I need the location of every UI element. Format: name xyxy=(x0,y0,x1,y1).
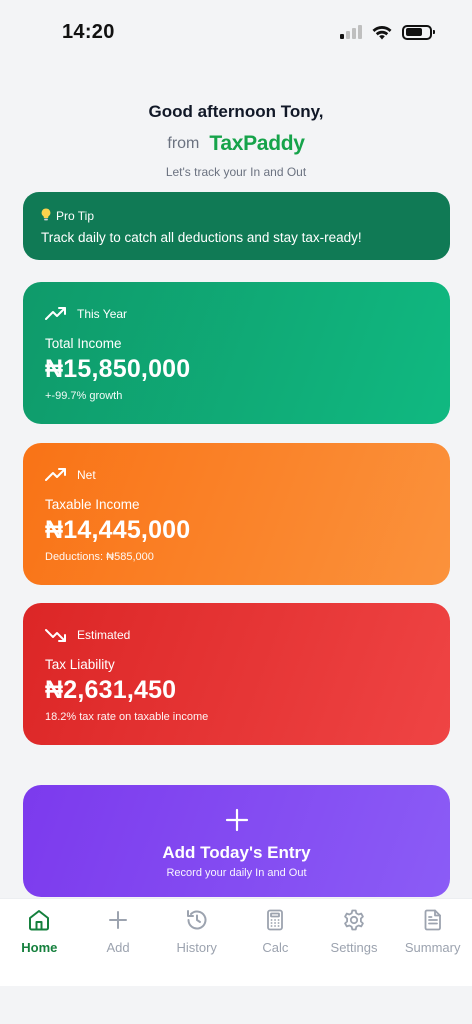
trending-up-icon xyxy=(45,307,66,320)
tab-label: Home xyxy=(21,940,58,955)
plus-icon xyxy=(225,808,248,832)
calculator-icon xyxy=(267,909,284,931)
tab-history[interactable]: History xyxy=(157,899,236,986)
tab-settings[interactable]: Settings xyxy=(315,899,394,986)
card-subtext: 18.2% tax rate on taxable income xyxy=(45,711,209,723)
trending-down-icon xyxy=(45,629,66,642)
wifi-icon xyxy=(372,25,392,39)
status-icons xyxy=(340,24,435,40)
pro-tip-header: Pro Tip xyxy=(41,208,432,224)
taxable-income-card[interactable]: Net Taxable Income ₦14,445,000 Deduction… xyxy=(23,443,450,585)
trending-up-icon xyxy=(45,468,66,481)
greeting-title: Good afternoon Tony, xyxy=(148,102,324,121)
card-period: Estimated xyxy=(77,628,131,642)
total-income-card[interactable]: This Year Total Income ₦15,850,000 +-99.… xyxy=(23,282,450,424)
plus-icon xyxy=(109,911,127,929)
battery-icon xyxy=(402,24,435,40)
tab-add[interactable]: Add xyxy=(79,899,158,986)
card-label: Total Income xyxy=(45,336,122,351)
card-subtext: +-99.7% growth xyxy=(45,390,123,402)
card-period: Net xyxy=(77,468,96,482)
card-value: ₦14,445,000 xyxy=(45,516,191,544)
brand-line: from TaxPaddy xyxy=(0,132,472,156)
card-header: Net xyxy=(45,465,428,485)
card-label: Taxable Income xyxy=(45,497,140,512)
home-icon xyxy=(29,910,50,931)
bottom-tab-bar: Home Add History Calc Settings Summary xyxy=(0,898,472,986)
pro-tip-label: Pro Tip xyxy=(56,209,95,223)
tab-label: Calc xyxy=(262,940,289,955)
card-header: Estimated xyxy=(45,625,428,645)
tax-liability-card[interactable]: Estimated Tax Liability ₦2,631,450 18.2%… xyxy=(23,603,450,745)
card-value: ₦2,631,450 xyxy=(45,676,177,704)
gear-icon xyxy=(344,909,364,931)
tab-label: Summary xyxy=(404,940,461,955)
tab-label: Add xyxy=(106,940,130,955)
lightbulb-icon xyxy=(41,208,51,224)
document-icon xyxy=(424,909,441,931)
card-value: ₦15,850,000 xyxy=(45,355,191,383)
cellular-signal-icon xyxy=(340,25,362,39)
add-todays-entry-button[interactable]: Add Today's Entry Record your daily In a… xyxy=(23,785,450,897)
tab-label: Settings xyxy=(330,940,378,955)
pro-tip-banner: Pro Tip Track daily to catch all deducti… xyxy=(23,192,450,260)
pro-tip-text: Track daily to catch all deductions and … xyxy=(41,230,362,245)
tagline: Let's track your In and Out xyxy=(165,165,307,179)
card-subtext: Deductions: ₦585,000 xyxy=(45,551,154,563)
tab-label: History xyxy=(176,940,217,955)
status-bar: 14:20 xyxy=(0,0,472,64)
card-label: Tax Liability xyxy=(45,657,115,672)
from-label: from xyxy=(167,135,200,152)
status-time: 14:20 xyxy=(62,20,115,43)
add-entry-title: Add Today's Entry xyxy=(162,843,311,862)
tab-calc[interactable]: Calc xyxy=(236,899,315,986)
add-entry-subtitle: Record your daily In and Out xyxy=(166,867,307,879)
tab-home[interactable]: Home xyxy=(0,899,79,986)
card-header: This Year xyxy=(45,304,428,324)
history-icon xyxy=(186,910,207,930)
card-period: This Year xyxy=(77,307,128,321)
tab-summary[interactable]: Summary xyxy=(393,899,472,986)
greeting-header: Good afternoon Tony, from TaxPaddy Let's… xyxy=(0,102,472,179)
brand-logo: TaxPaddy xyxy=(209,132,305,155)
